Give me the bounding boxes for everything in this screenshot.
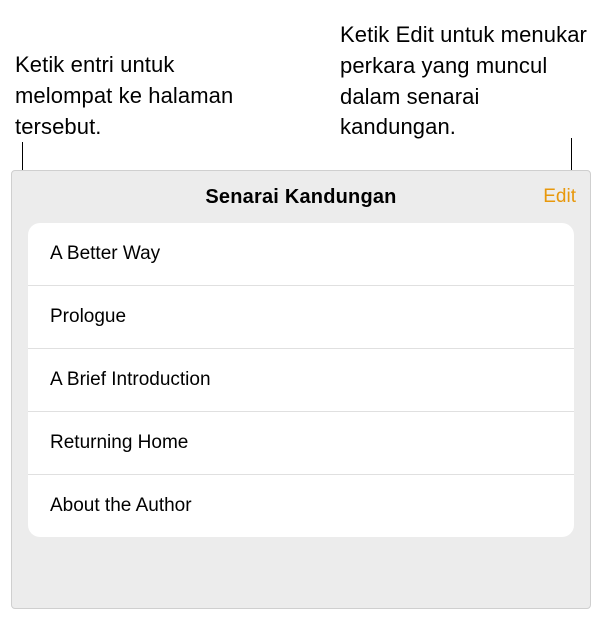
edit-button[interactable]: Edit [543, 186, 576, 208]
toc-list: A Better Way Prologue A Brief Introducti… [28, 223, 574, 537]
toc-item-about-the-author[interactable]: About the Author [28, 475, 574, 537]
toc-item-prologue[interactable]: Prologue [28, 286, 574, 349]
toc-item-returning-home[interactable]: Returning Home [28, 412, 574, 475]
panel-header: Senarai Kandungan Edit [12, 171, 590, 223]
toc-item-a-brief-introduction[interactable]: A Brief Introduction [28, 349, 574, 412]
callouts-region: Ketik entri untuk melompat ke halaman te… [0, 0, 599, 143]
callout-entry-tap: Ketik entri untuk melompat ke halaman te… [15, 20, 235, 143]
panel-title: Senarai Kandungan [205, 186, 396, 209]
toc-item-a-better-way[interactable]: A Better Way [28, 223, 574, 286]
toc-panel: Senarai Kandungan Edit A Better Way Prol… [11, 170, 591, 609]
callout-edit-tap: Ketik Edit untuk menukar perkara yang mu… [265, 20, 589, 143]
